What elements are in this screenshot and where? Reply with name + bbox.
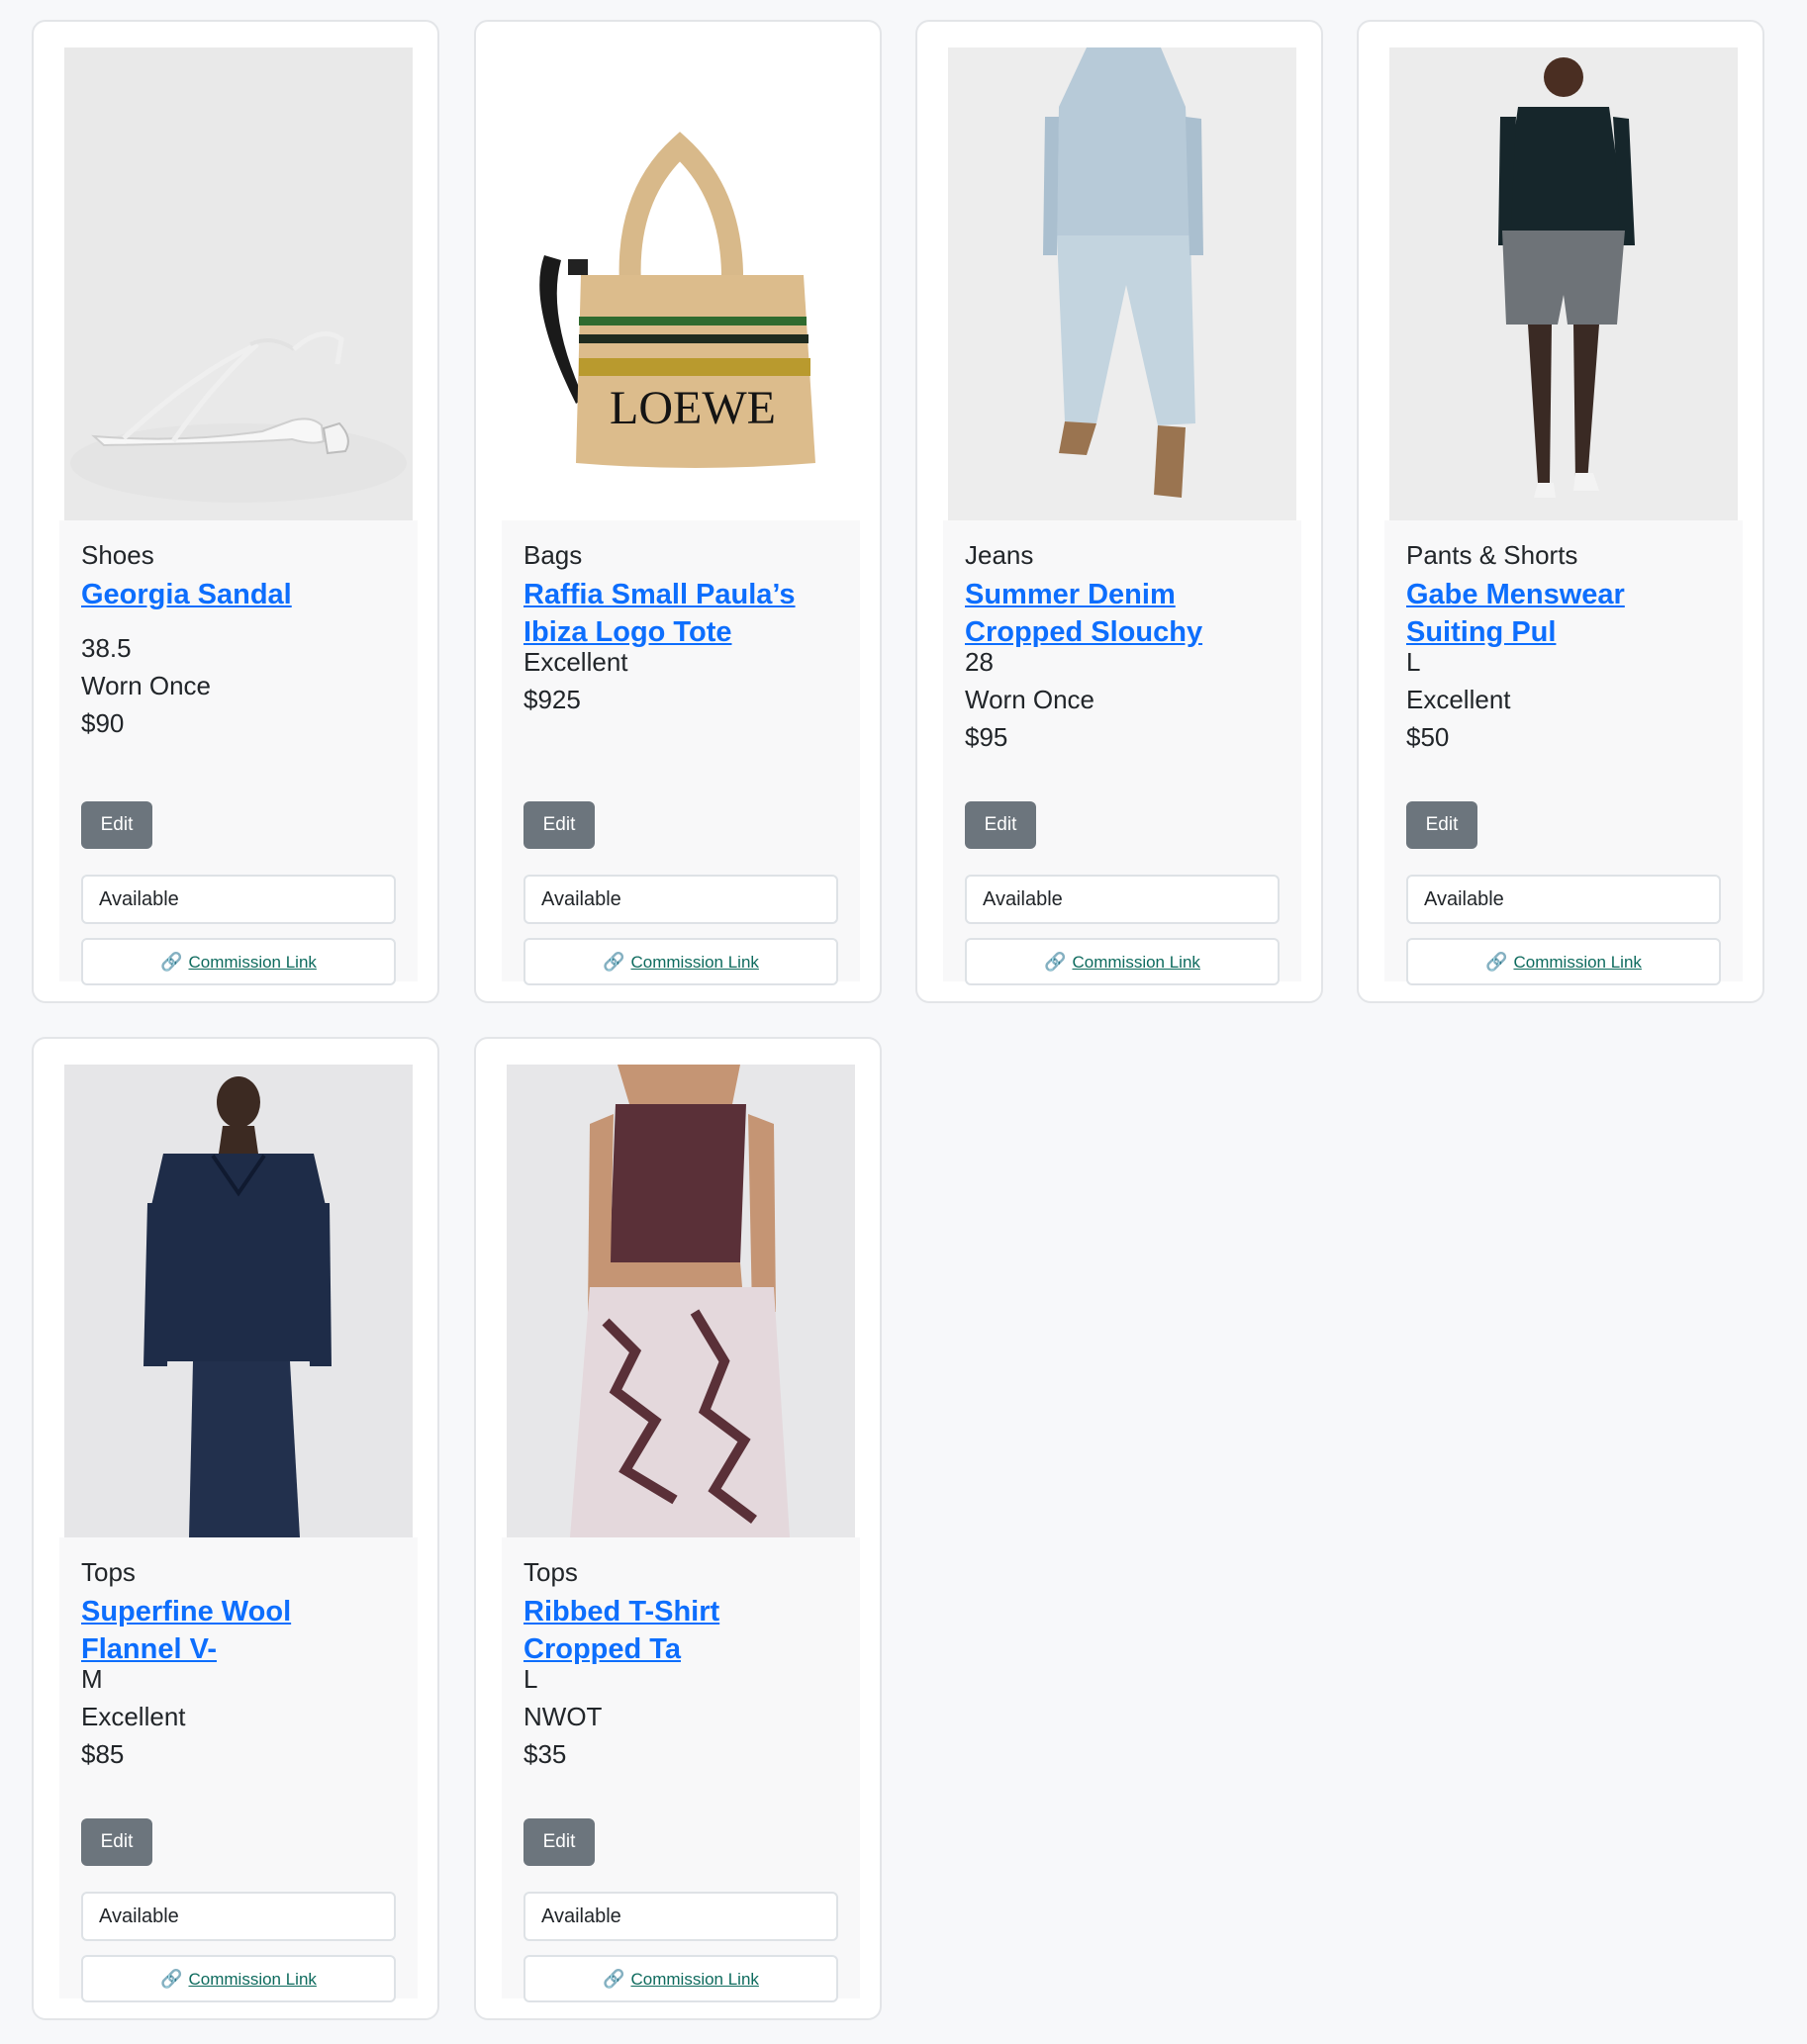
product-category: Bags — [523, 540, 583, 570]
product-category: Pants & Shorts — [1406, 540, 1578, 570]
product-size: 38.5 — [81, 633, 132, 663]
product-image[interactable] — [507, 1065, 855, 1537]
product-size: L — [1406, 647, 1421, 677]
product-card: Shoes Georgia Sandal 38.5 Worn Once $90 … — [32, 20, 439, 1003]
product-title-link[interactable]: Superfine Wool Flannel V- — [81, 1593, 338, 1668]
commission-link[interactable]: Commission Link — [188, 1970, 316, 1989]
link-icon: 🔗 — [1485, 952, 1508, 972]
product-price: $85 — [81, 1739, 125, 1769]
product-grid: Shoes Georgia Sandal 38.5 Worn Once $90 … — [0, 0, 1807, 2044]
commission-link-button[interactable]: 🔗 Commission Link — [81, 1955, 396, 2002]
product-price: $50 — [1406, 722, 1450, 752]
edit-button[interactable]: Edit — [81, 801, 152, 849]
product-size: M — [81, 1664, 103, 1694]
product-card: LOEWE Bags Raffia Small Paula’s Ibiza Lo… — [474, 20, 882, 1003]
product-info: Pants & Shorts Gabe Menswear Suiting Pul… — [1384, 520, 1743, 985]
product-size: 28 — [965, 647, 994, 677]
commission-link[interactable]: Commission Link — [1513, 953, 1641, 972]
product-card: Tops Superfine Wool Flannel V- M Excelle… — [32, 1037, 439, 2020]
status-select[interactable]: Available — [81, 875, 396, 924]
commission-link-button[interactable]: 🔗 Commission Link — [81, 938, 396, 985]
product-title-link[interactable]: Ribbed T-Shirt Cropped Ta — [523, 1593, 741, 1668]
product-price: $35 — [523, 1739, 567, 1769]
navy-wool-top-photo — [64, 1065, 413, 1537]
status-select[interactable]: Available — [523, 875, 838, 924]
product-image[interactable] — [64, 47, 413, 520]
raffia-tote-bag-photo: LOEWE — [507, 47, 855, 520]
product-info: Bags Raffia Small Paula’s Ibiza Logo Tot… — [502, 520, 860, 985]
commission-link[interactable]: Commission Link — [1072, 953, 1199, 972]
product-condition: Excellent — [523, 647, 628, 677]
commission-link-button[interactable]: 🔗 Commission Link — [523, 938, 838, 985]
product-title-link[interactable]: Raffia Small Paula’s Ibiza Logo Tote — [523, 576, 840, 651]
link-icon: 🔗 — [160, 1969, 183, 1989]
product-size: L — [523, 1664, 538, 1694]
commission-link[interactable]: Commission Link — [630, 1970, 758, 1989]
denim-outfit-photo — [948, 47, 1296, 520]
edit-button[interactable]: Edit — [81, 1818, 152, 1866]
product-info: Tops Ribbed T-Shirt Cropped Ta L NWOT $3… — [502, 1537, 860, 2002]
product-info: Shoes Georgia Sandal 38.5 Worn Once $90 … — [59, 520, 418, 985]
commission-link-button[interactable]: 🔗 Commission Link — [1406, 938, 1721, 985]
product-title-link[interactable]: Gabe Menswear Suiting Pul — [1406, 576, 1654, 651]
product-info: Jeans Summer Denim Cropped Slouchy 28 Wo… — [943, 520, 1301, 985]
edit-button[interactable]: Edit — [965, 801, 1036, 849]
product-info: Tops Superfine Wool Flannel V- M Excelle… — [59, 1537, 418, 2002]
product-image[interactable] — [64, 1065, 413, 1537]
product-image[interactable] — [1389, 47, 1738, 520]
logo-text: LOEWE — [610, 382, 776, 434]
plaid-shorts-photo — [1389, 47, 1738, 520]
product-category: Shoes — [81, 540, 154, 570]
edit-button[interactable]: Edit — [523, 801, 595, 849]
edit-button[interactable]: Edit — [523, 1818, 595, 1866]
product-condition: NWOT — [523, 1702, 603, 1731]
status-select[interactable]: Available — [965, 875, 1280, 924]
link-icon: 🔗 — [1044, 952, 1067, 972]
commission-link-button[interactable]: 🔗 Commission Link — [965, 938, 1280, 985]
commission-link[interactable]: Commission Link — [188, 953, 316, 972]
product-condition: Worn Once — [81, 671, 212, 700]
product-condition: Excellent — [81, 1702, 186, 1731]
product-card: Pants & Shorts Gabe Menswear Suiting Pul… — [1357, 20, 1764, 1003]
product-price: $90 — [81, 708, 125, 738]
link-icon: 🔗 — [160, 952, 183, 972]
product-price: $925 — [523, 685, 581, 714]
commission-link-button[interactable]: 🔗 Commission Link — [523, 1955, 838, 2002]
commission-link[interactable]: Commission Link — [630, 953, 758, 972]
product-card: Tops Ribbed T-Shirt Cropped Ta L NWOT $3… — [474, 1037, 882, 2020]
edit-button[interactable]: Edit — [1406, 801, 1477, 849]
white-sandal-photo — [64, 47, 413, 520]
status-select[interactable]: Available — [1406, 875, 1721, 924]
product-image[interactable] — [948, 47, 1296, 520]
product-category: Jeans — [965, 540, 1034, 570]
product-card: Jeans Summer Denim Cropped Slouchy 28 Wo… — [915, 20, 1323, 1003]
ribbed-tank-photo — [507, 1065, 855, 1537]
product-category: Tops — [81, 1557, 136, 1587]
product-price: $95 — [965, 722, 1008, 752]
product-image[interactable]: LOEWE — [507, 47, 855, 520]
status-select[interactable]: Available — [81, 1892, 396, 1941]
product-condition: Worn Once — [965, 685, 1095, 714]
product-title-link[interactable]: Georgia Sandal — [81, 576, 398, 613]
link-icon: 🔗 — [603, 1969, 625, 1989]
product-title-link[interactable]: Summer Denim Cropped Slouchy — [965, 576, 1262, 651]
product-condition: Excellent — [1406, 685, 1511, 714]
link-icon: 🔗 — [603, 952, 625, 972]
status-select[interactable]: Available — [523, 1892, 838, 1941]
product-category: Tops — [523, 1557, 578, 1587]
